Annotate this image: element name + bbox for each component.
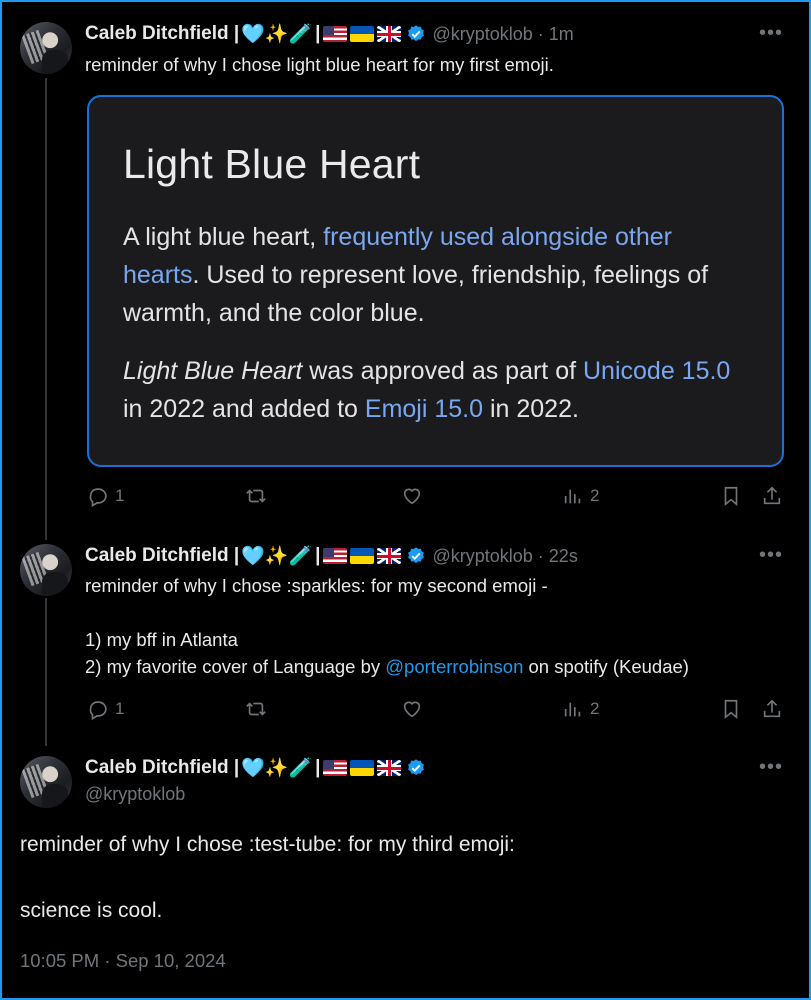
- views-icon: [564, 489, 581, 504]
- card-paragraph-1: A light blue heart, frequently used alon…: [123, 223, 709, 327]
- bookmark-icon: [724, 699, 738, 720]
- tweet-text: reminder of why I chose :test-tube: for …: [20, 833, 515, 922]
- name-emojis: 🩵✨🧪: [241, 758, 313, 779]
- like-button[interactable]: [401, 485, 423, 507]
- views-count: 2: [590, 486, 600, 505]
- author-handle[interactable]: @kryptoklob: [85, 784, 185, 805]
- uk-flag-icon: [377, 26, 402, 42]
- us-flag-icon: [323, 26, 348, 42]
- avatar[interactable]: [20, 756, 72, 808]
- ukraine-flag-icon: [350, 548, 375, 564]
- avatar[interactable]: [20, 544, 72, 596]
- share-button[interactable]: [761, 698, 783, 720]
- tweet-2[interactable]: Caleb Ditchfield | 🩵✨🧪 | @kryptoklob · 2…: [0, 530, 811, 742]
- tweet-time[interactable]: · 22s: [538, 546, 578, 567]
- retweet-button[interactable]: [245, 485, 267, 507]
- ukraine-flag-icon: [350, 26, 375, 42]
- author-handle[interactable]: @kryptoklob: [432, 546, 532, 567]
- name-emojis: 🩵✨🧪: [241, 24, 313, 45]
- heart-icon: [403, 701, 421, 718]
- tweet-text: reminder of why I chose :sparkles: for m…: [85, 575, 689, 677]
- more-icon[interactable]: •••: [759, 544, 783, 567]
- tweet-actions: 1 2: [87, 698, 787, 728]
- tweet-3-focused[interactable]: Caleb Ditchfield | 🩵✨🧪 | @kryptoklob •••…: [0, 742, 811, 1000]
- reply-button[interactable]: 1: [87, 698, 124, 720]
- tweet-header: Caleb Ditchfield | 🩵✨🧪 | @kryptoklob · 1…: [85, 22, 574, 46]
- retweet-icon: [246, 489, 266, 503]
- card-title: Light Blue Heart: [123, 141, 421, 187]
- reply-icon: [89, 488, 107, 507]
- like-button[interactable]: [401, 698, 423, 720]
- retweet-icon: [246, 702, 266, 716]
- views-button[interactable]: 2: [562, 485, 599, 507]
- name-separator: |: [315, 757, 321, 778]
- tweet-text: reminder of why I chose light blue heart…: [85, 54, 554, 75]
- avatar[interactable]: [20, 22, 72, 74]
- author-handle[interactable]: @kryptoklob: [432, 24, 532, 45]
- uk-flag-icon: [377, 548, 402, 564]
- share-icon: [763, 699, 781, 718]
- tweet-timestamp[interactable]: 10:05 PM · Sep 10, 2024: [20, 950, 226, 972]
- verified-badge-icon: [408, 547, 425, 564]
- reply-icon: [89, 701, 107, 720]
- card-link: Emoji 15.0: [364, 395, 484, 423]
- bookmark-icon: [724, 486, 738, 507]
- name-separator: |: [315, 23, 321, 44]
- share-button[interactable]: [761, 485, 783, 507]
- card-link: Unicode 15.0: [583, 357, 731, 385]
- tweet-1[interactable]: Caleb Ditchfield | 🩵✨🧪 | @kryptoklob · 1…: [0, 0, 811, 530]
- reply-count: 1: [115, 699, 125, 718]
- bookmark-button[interactable]: [720, 485, 742, 507]
- author-name[interactable]: Caleb Ditchfield |: [85, 545, 239, 567]
- us-flag-icon: [323, 548, 348, 564]
- share-icon: [763, 486, 781, 505]
- ukraine-flag-icon: [350, 760, 375, 776]
- tweet-time[interactable]: · 1m: [538, 24, 574, 45]
- views-button[interactable]: 2: [562, 698, 599, 720]
- embedded-image-card[interactable]: Light Blue Heart A light blue heart, fre…: [87, 95, 784, 467]
- tweet-actions: 1 2: [87, 485, 787, 515]
- uk-flag-icon: [377, 760, 402, 776]
- bookmark-button[interactable]: [720, 698, 742, 720]
- heart-icon: [403, 488, 421, 505]
- reply-count: 1: [115, 486, 125, 505]
- tweet-header: Caleb Ditchfield | 🩵✨🧪 | @kryptoklob · 2…: [85, 544, 578, 568]
- more-icon[interactable]: •••: [759, 22, 783, 45]
- name-emojis: 🩵✨🧪: [241, 546, 313, 567]
- name-separator: |: [315, 545, 321, 566]
- verified-badge-icon: [408, 25, 425, 42]
- retweet-button[interactable]: [245, 698, 267, 720]
- views-icon: [564, 702, 581, 717]
- reply-button[interactable]: 1: [87, 485, 124, 507]
- card-paragraph-2: Light Blue Heart was approved as part of…: [123, 357, 731, 423]
- mention-link[interactable]: @porterrobinson: [385, 656, 523, 677]
- verified-badge-icon: [408, 759, 425, 776]
- more-icon[interactable]: •••: [759, 756, 783, 779]
- author-name[interactable]: Caleb Ditchfield |: [85, 757, 239, 779]
- us-flag-icon: [323, 760, 348, 776]
- tweet-header: Caleb Ditchfield | 🩵✨🧪 |: [85, 756, 426, 780]
- author-name[interactable]: Caleb Ditchfield |: [85, 23, 239, 45]
- views-count: 2: [590, 699, 600, 718]
